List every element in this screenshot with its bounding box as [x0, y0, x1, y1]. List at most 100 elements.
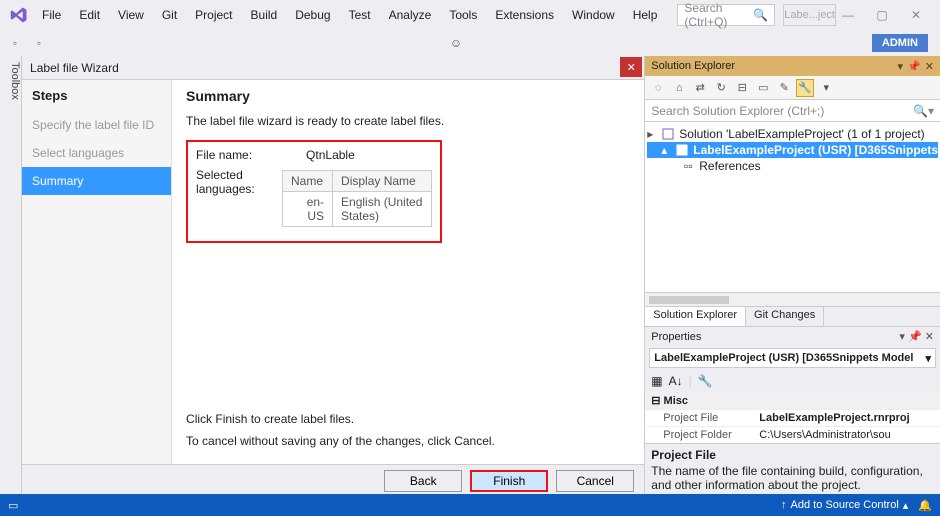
- project-icon: [675, 143, 689, 157]
- prop-name: Project Folder: [645, 427, 755, 443]
- menu-edit[interactable]: Edit: [71, 4, 108, 26]
- main-toolbar: ◦ ◦ ☺ ADMIN: [0, 30, 940, 56]
- doc-tab-pill[interactable]: Labe...ject: [783, 4, 836, 26]
- table-row: en-US English (United States): [283, 192, 432, 227]
- nav-back-icon[interactable]: ◦: [6, 34, 24, 52]
- lang-col-name: Name: [283, 171, 333, 192]
- nav-forward-icon[interactable]: ◦: [30, 34, 48, 52]
- wizard-close-button[interactable]: ✕: [620, 57, 642, 77]
- menu-extensions[interactable]: Extensions: [487, 4, 562, 26]
- se-search-placeholder: Search Solution Explorer (Ctrl+;): [651, 104, 824, 118]
- wizard-titlebar: Label file Wizard ✕: [22, 56, 644, 80]
- prop-category-misc[interactable]: ⊟ Misc: [645, 392, 940, 409]
- plus-icon: ↑: [781, 499, 787, 511]
- tree-project-row[interactable]: ▴ LabelExampleProject (USR) [D365Snippet…: [647, 142, 938, 158]
- notifications-icon[interactable]: 🔔: [918, 499, 932, 512]
- prop-desc-title: Project File: [651, 448, 934, 462]
- categorized-icon[interactable]: ▦: [651, 374, 662, 388]
- chevron-down-icon[interactable]: ▸: [647, 127, 657, 141]
- minimize-button[interactable]: —: [836, 4, 860, 26]
- search-placeholder: Search (Ctrl+Q): [684, 1, 753, 29]
- menu-project[interactable]: Project: [187, 4, 240, 26]
- properties-object-combo[interactable]: LabelExampleProject (USR) [D365Snippets …: [649, 348, 936, 368]
- menu-help[interactable]: Help: [625, 4, 666, 26]
- tree-solution-row[interactable]: ▸ Solution 'LabelExampleProject' (1 of 1…: [647, 126, 938, 142]
- se-more-icon[interactable]: ▾: [817, 79, 835, 97]
- tab-git-changes[interactable]: Git Changes: [746, 307, 824, 326]
- tab-solution-explorer[interactable]: Solution Explorer: [645, 307, 746, 326]
- se-properties-icon[interactable]: ✎: [775, 79, 793, 97]
- menu-analyze[interactable]: Analyze: [381, 4, 440, 26]
- close-icon[interactable]: ✕: [925, 331, 934, 343]
- lang-display-cell: English (United States): [333, 192, 432, 227]
- step-summary[interactable]: Summary: [22, 167, 171, 195]
- se-sync-icon[interactable]: ⇄: [691, 79, 709, 97]
- lang-name-cell: en-US: [283, 192, 333, 227]
- selected-languages-label: Selected languages:: [196, 168, 282, 196]
- toolbox-rail[interactable]: Toolbox: [0, 56, 22, 496]
- step-select-languages[interactable]: Select languages: [22, 139, 171, 167]
- se-search-dropdown-icon[interactable]: 🔍▾: [913, 104, 934, 118]
- references-icon: ▫▫: [681, 159, 695, 173]
- properties-description: Project File The name of the file contai…: [645, 443, 940, 496]
- se-refresh-icon[interactable]: ↻: [712, 79, 730, 97]
- se-wrench-icon[interactable]: 🔧: [796, 79, 814, 97]
- wrench-icon[interactable]: 🔧: [698, 374, 713, 388]
- close-icon[interactable]: ✕: [925, 60, 934, 73]
- menu-tools[interactable]: Tools: [441, 4, 485, 26]
- prop-row-project-folder[interactable]: Project Folder C:\Users\Administrator\so…: [645, 426, 940, 443]
- se-horizontal-scrollbar[interactable]: [645, 292, 940, 306]
- back-button[interactable]: Back: [384, 470, 462, 492]
- step-specify-id[interactable]: Specify the label file ID: [22, 111, 171, 139]
- summary-footer: Click Finish to create label files. To c…: [186, 412, 630, 464]
- panel-menu-icon[interactable]: ▾: [899, 331, 905, 343]
- pin-icon[interactable]: 📌: [908, 331, 922, 343]
- menu-view[interactable]: View: [110, 4, 152, 26]
- maximize-button[interactable]: ▢: [870, 4, 894, 26]
- menu-file[interactable]: File: [34, 4, 69, 26]
- menu-bar: File Edit View Git Project Build Debug T…: [0, 0, 940, 30]
- se-tabs: Solution Explorer Git Changes: [645, 306, 940, 326]
- chevron-down-icon[interactable]: ▴: [661, 143, 671, 157]
- solution-text: Solution 'LabelExampleProject' (1 of 1 p…: [679, 127, 924, 141]
- se-tree: ▸ Solution 'LabelExampleProject' (1 of 1…: [645, 122, 940, 292]
- solution-icon: [661, 127, 675, 141]
- prop-value: LabelExampleProject.rnrproj: [755, 410, 940, 426]
- se-showall-icon[interactable]: ▭: [754, 79, 772, 97]
- panel-menu-icon[interactable]: ▾: [898, 60, 904, 73]
- right-dock: Solution Explorer ▾ 📌 ✕ ◌ ⌂ ⇄ ↻ ⊟ ▭ ✎ 🔧 …: [644, 56, 940, 496]
- menu-debug[interactable]: Debug: [287, 4, 338, 26]
- quick-launch-search[interactable]: Search (Ctrl+Q) 🔍: [677, 4, 775, 26]
- close-window-button[interactable]: ✕: [904, 4, 928, 26]
- wizard-button-bar: Back Finish Cancel: [22, 464, 644, 496]
- se-collapse-icon[interactable]: ⊟: [733, 79, 751, 97]
- se-back-icon[interactable]: ◌: [649, 79, 667, 97]
- collapse-icon[interactable]: ⊟: [651, 395, 660, 407]
- summary-details-box: File name: QtnLable Selected languages: …: [186, 140, 442, 243]
- cancel-button[interactable]: Cancel: [556, 470, 634, 492]
- solution-explorer-header: Solution Explorer ▾ 📌 ✕: [645, 56, 940, 76]
- file-name-label: File name:: [196, 148, 306, 162]
- menu-items: File Edit View Git Project Build Debug T…: [34, 4, 665, 26]
- file-name-value: QtnLable: [306, 148, 355, 162]
- feedback-icon[interactable]: ☺: [450, 36, 462, 50]
- menu-test[interactable]: Test: [341, 4, 379, 26]
- se-search[interactable]: Search Solution Explorer (Ctrl+;) 🔍▾: [645, 100, 940, 122]
- pin-icon[interactable]: 📌: [907, 60, 921, 73]
- tree-references-row[interactable]: ▫▫ References: [647, 158, 938, 174]
- prop-value: C:\Users\Administrator\sou: [755, 427, 940, 443]
- menu-git[interactable]: Git: [154, 4, 185, 26]
- menu-build[interactable]: Build: [243, 4, 286, 26]
- lang-col-display: Display Name: [333, 171, 432, 192]
- wizard-summary-panel: Summary The label file wizard is ready t…: [172, 80, 644, 464]
- se-home-icon[interactable]: ⌂: [670, 79, 688, 97]
- prop-row-project-file[interactable]: Project File LabelExampleProject.rnrproj: [645, 409, 940, 426]
- admin-badge: ADMIN: [872, 34, 928, 52]
- status-icon[interactable]: ▭: [8, 499, 18, 512]
- wizard-window: Label file Wizard ✕ Steps Specify the la…: [22, 56, 644, 496]
- finish-button[interactable]: Finish: [470, 470, 548, 492]
- alphabetical-icon[interactable]: A↓: [669, 374, 683, 388]
- add-source-control-button[interactable]: ↑ Add to Source Control ▴: [781, 499, 908, 512]
- menu-window[interactable]: Window: [564, 4, 623, 26]
- add-source-text: Add to Source Control: [791, 499, 899, 511]
